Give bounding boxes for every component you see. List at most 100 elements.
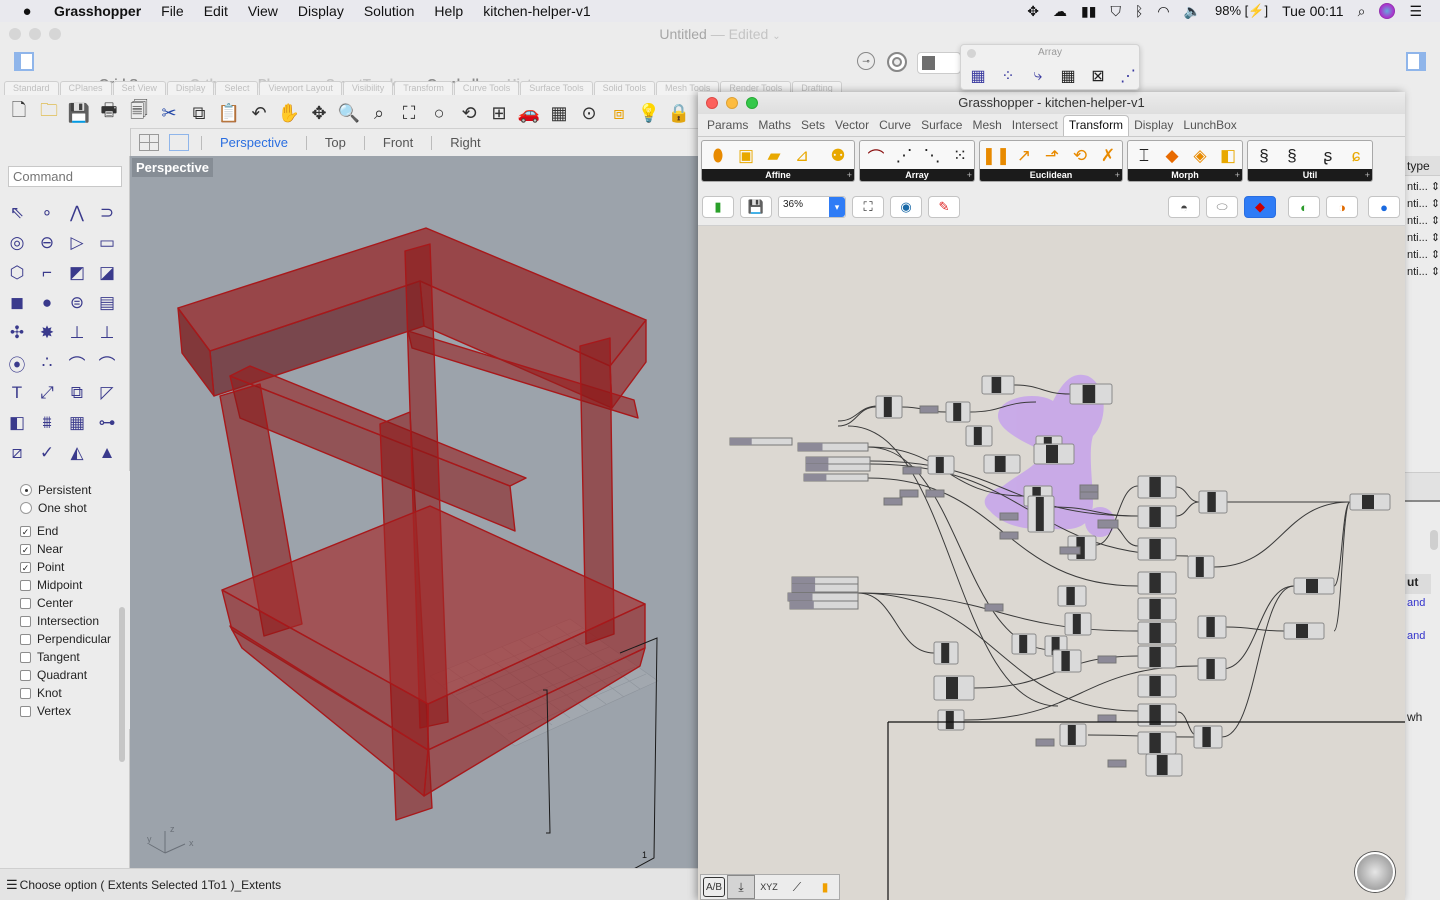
gh-param-input[interactable] [902,466,922,475]
tab-display[interactable]: Display [166,81,215,95]
extrude-surface-icon[interactable]: ◪ [92,258,122,288]
move-icon[interactable]: ↗ [1010,142,1038,170]
box-morph-icon[interactable]: ⌶ [1130,142,1158,170]
gh-component-node[interactable] [1057,585,1087,607]
battery-status[interactable]: 98% [⚡] [1215,3,1268,19]
gh-tab-lunchbox[interactable]: LunchBox [1178,118,1241,136]
checkbox[interactable]: ✓ [20,525,31,537]
mirror-icon[interactable]: ❚❚ [982,142,1011,170]
inverse-transform-icon[interactable]: ɕ [1342,142,1370,170]
panel-fragment-link[interactable]: and [1407,630,1425,642]
osnap-point[interactable]: ✓ Point [20,560,64,574]
compound-icon[interactable]: § [1250,142,1278,170]
layer-type-row[interactable]: nti... ⇕ [1407,214,1440,227]
gh-param-input[interactable] [1079,484,1099,493]
chevron-down-icon[interactable]: ▾ [829,197,845,217]
zoom-dynamic-icon[interactable]: 🔍 [334,100,364,126]
cut-icon[interactable]: ✂ [154,100,184,126]
panel-scrollbar[interactable] [1430,530,1438,550]
gh-component-node[interactable] [1197,657,1227,681]
project-icon[interactable]: ⩩ [32,408,62,438]
tab-visibility[interactable]: Visibility [342,81,394,95]
clock[interactable]: Tue 00:11 [1282,3,1344,19]
osnap-scrollbar-vertical[interactable] [119,607,125,762]
osnap-icon[interactable]: ⊙ [574,100,604,126]
project-icon[interactable]: ⊿ [788,142,816,170]
tab-top[interactable]: Top [305,135,364,150]
gh-component-node[interactable] [1198,490,1228,514]
osnap-circle-icon[interactable]: ⊸ [857,52,875,70]
rotate-axis-icon[interactable]: ✗ [1094,142,1122,170]
gh-param-input[interactable] [984,603,1004,612]
gh-component-node[interactable] [937,709,965,731]
rectangular-array-icon[interactable]: ▦ [963,62,993,90]
shaded-preview-icon[interactable]: ◆ [1244,196,1276,218]
siri-icon[interactable] [1379,3,1396,19]
orient-icon[interactable]: ◸ [92,378,122,408]
gh-param-input[interactable] [883,497,903,506]
expand-icon[interactable]: + [1115,169,1120,181]
checkbox[interactable] [20,651,31,663]
wireframe-preview-icon[interactable]: ⬭ [1206,196,1238,218]
gh-component-node[interactable] [927,455,955,475]
xyz-icon[interactable]: XYZ [755,875,783,899]
gh-param-input[interactable] [919,405,939,414]
explode-icon[interactable]: ✸ [32,318,62,348]
checkbox[interactable]: ✓ [20,543,31,555]
tab-set-view[interactable]: Set View [112,81,166,95]
print-icon[interactable]: 🖶 [94,100,124,126]
eye-icon[interactable]: ◉ [890,196,922,218]
cylinder-icon[interactable]: ⊜ [62,288,92,318]
array-linear-icon[interactable]: ⋰ [1113,62,1143,90]
osnap-midpoint[interactable]: Midpoint [20,578,82,592]
menu-app-grasshopper[interactable]: Grasshopper [54,3,141,19]
gh-component-node[interactable] [1059,723,1087,747]
sphere-icon[interactable]: ● [32,288,62,318]
checkbox[interactable] [20,597,31,609]
radio-button[interactable] [20,502,32,514]
notification-center-icon[interactable]: ☰ [1409,3,1422,20]
checkbox[interactable]: ✓ [20,561,31,573]
gh-param-input[interactable] [999,531,1019,540]
gh-component-node[interactable] [1137,645,1177,669]
gh-param-input[interactable] [925,489,945,498]
layer-color-swatch[interactable] [917,52,961,74]
gh-param-input[interactable] [1107,759,1127,768]
osnap-center[interactable]: Center [20,596,73,610]
box-mapping-icon[interactable]: ▣ [732,142,760,170]
gh-param-input[interactable] [803,473,869,482]
layer-type-row[interactable]: nti... ⇕ [1407,248,1440,261]
gh-param-input[interactable] [789,600,859,610]
gh-component-node[interactable] [1137,505,1177,529]
layer-type-row[interactable]: nti... ⇕ [1407,197,1440,210]
text-icon[interactable]: T [2,378,32,408]
gh-component-node[interactable] [1293,577,1335,595]
tab-surface-tools[interactable]: Surface Tools [520,81,593,95]
menu-file[interactable]: File [161,3,184,19]
boolean-icon[interactable]: ✣ [2,318,32,348]
box-icon[interactable]: ◼ [2,288,32,318]
gh-param-input[interactable] [805,456,871,465]
gh-canvas[interactable]: A/B ⤓ XYZ ⟋ ▮ [698,226,1405,900]
arc-icon[interactable]: ▷ [62,228,92,258]
tab-transform[interactable]: Transform [394,81,453,95]
osnap-end[interactable]: ✓ End [20,524,58,538]
map-to-surface-icon[interactable]: ◧ [1214,142,1242,170]
wifi-icon[interactable]: ◠ [1157,3,1169,20]
render-car-icon[interactable]: 🚗 [514,100,544,126]
polygon-icon[interactable]: ⬡ [2,258,32,288]
zoom-selected-icon[interactable]: ○ [424,100,454,126]
gh-param-input[interactable] [797,442,869,452]
surface-morph-icon[interactable]: ◆ [1158,142,1186,170]
gh-param-input[interactable] [729,437,793,446]
gh-component-node[interactable] [1027,495,1055,533]
undo-view-icon[interactable]: ⟲ [454,100,484,126]
menu-help[interactable]: Help [434,3,463,19]
gh-component-node[interactable] [1197,615,1227,639]
render-icon[interactable]: ◭ [62,438,92,468]
tab-right[interactable]: Right [431,135,498,150]
chevron-down-icon[interactable]: ⌄ [772,31,780,42]
gh-tab-surface[interactable]: Surface [916,118,967,136]
zoom-extents-icon[interactable]: ⛶ [852,196,884,218]
gh-component-node[interactable] [965,425,993,447]
